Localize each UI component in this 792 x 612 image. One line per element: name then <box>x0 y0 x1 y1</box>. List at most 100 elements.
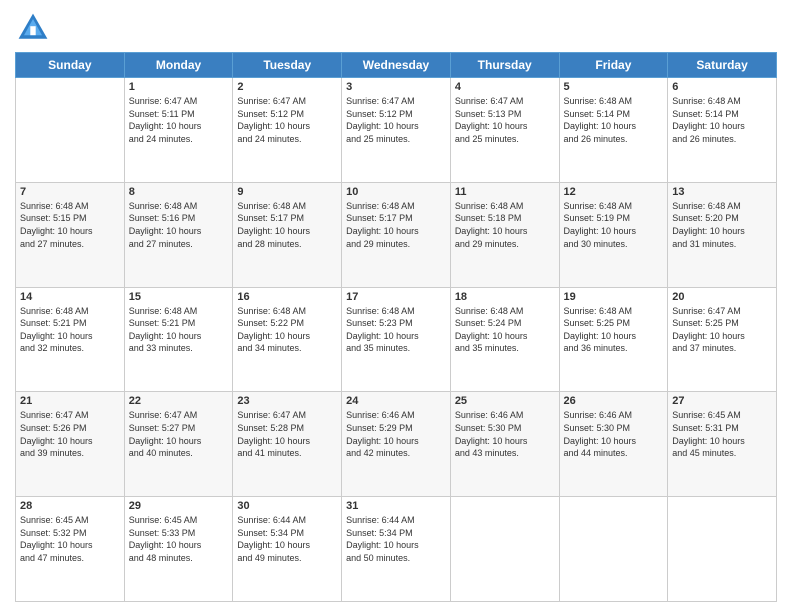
weekday-wednesday: Wednesday <box>342 53 451 78</box>
day-info: Sunrise: 6:48 AM Sunset: 5:21 PM Dayligh… <box>129 305 229 355</box>
day-info: Sunrise: 6:47 AM Sunset: 5:12 PM Dayligh… <box>237 95 337 145</box>
day-number: 16 <box>237 291 337 303</box>
day-cell-27: 27 Sunrise: 6:45 AM Sunset: 5:31 PM Dayli… <box>668 392 777 497</box>
day-info: Sunrise: 6:45 AM Sunset: 5:32 PM Dayligh… <box>20 514 120 564</box>
day-number: 10 <box>346 186 446 198</box>
day-number: 22 <box>129 395 229 407</box>
day-number: 26 <box>564 395 664 407</box>
day-info: Sunrise: 6:48 AM Sunset: 5:25 PM Dayligh… <box>564 305 664 355</box>
day-cell-9: 9 Sunrise: 6:48 AM Sunset: 5:17 PM Daylig… <box>233 182 342 287</box>
logo-icon <box>15 10 51 46</box>
day-info: Sunrise: 6:44 AM Sunset: 5:34 PM Dayligh… <box>346 514 446 564</box>
day-number: 2 <box>237 81 337 93</box>
day-cell-19: 19 Sunrise: 6:48 AM Sunset: 5:25 PM Dayli… <box>559 287 668 392</box>
day-number: 1 <box>129 81 229 93</box>
logo <box>15 10 55 46</box>
weekday-friday: Friday <box>559 53 668 78</box>
day-number: 14 <box>20 291 120 303</box>
day-number: 24 <box>346 395 446 407</box>
day-info: Sunrise: 6:47 AM Sunset: 5:28 PM Dayligh… <box>237 409 337 459</box>
day-info: Sunrise: 6:47 AM Sunset: 5:25 PM Dayligh… <box>672 305 772 355</box>
day-number: 17 <box>346 291 446 303</box>
day-info: Sunrise: 6:48 AM Sunset: 5:17 PM Dayligh… <box>346 200 446 250</box>
day-info: Sunrise: 6:47 AM Sunset: 5:12 PM Dayligh… <box>346 95 446 145</box>
day-info: Sunrise: 6:48 AM Sunset: 5:14 PM Dayligh… <box>672 95 772 145</box>
day-info: Sunrise: 6:48 AM Sunset: 5:16 PM Dayligh… <box>129 200 229 250</box>
day-info: Sunrise: 6:48 AM Sunset: 5:17 PM Dayligh… <box>237 200 337 250</box>
day-cell-7: 7 Sunrise: 6:48 AM Sunset: 5:15 PM Daylig… <box>16 182 125 287</box>
day-number: 25 <box>455 395 555 407</box>
week-row-3: 14 Sunrise: 6:48 AM Sunset: 5:21 PM Dayli… <box>16 287 777 392</box>
day-cell-25: 25 Sunrise: 6:46 AM Sunset: 5:30 PM Dayli… <box>450 392 559 497</box>
day-cell-11: 11Sunrise: 6:48 AM Sunset: 5:18 PM Dayli… <box>450 182 559 287</box>
day-cell-5: 5 Sunrise: 6:48 AM Sunset: 5:14 PM Daylig… <box>559 78 668 183</box>
day-number: 18 <box>455 291 555 303</box>
empty-cell <box>450 497 559 602</box>
day-number: 9 <box>237 186 337 198</box>
day-cell-15: 15Sunrise: 6:48 AM Sunset: 5:21 PM Dayli… <box>124 287 233 392</box>
day-cell-13: 13Sunrise: 6:48 AM Sunset: 5:20 PM Dayli… <box>668 182 777 287</box>
day-number: 23 <box>237 395 337 407</box>
day-cell-29: 29 Sunrise: 6:45 AM Sunset: 5:33 PM Dayli… <box>124 497 233 602</box>
day-number: 29 <box>129 500 229 512</box>
page: SundayMondayTuesdayWednesdayThursdayFrid… <box>0 0 792 612</box>
day-cell-4: 4Sunrise: 6:47 AM Sunset: 5:13 PM Daylig… <box>450 78 559 183</box>
day-cell-16: 16 Sunrise: 6:48 AM Sunset: 5:22 PM Dayli… <box>233 287 342 392</box>
day-number: 31 <box>346 500 446 512</box>
day-info: Sunrise: 6:48 AM Sunset: 5:15 PM Dayligh… <box>20 200 120 250</box>
day-cell-1: 1Sunrise: 6:47 AM Sunset: 5:11 PM Daylig… <box>124 78 233 183</box>
day-info: Sunrise: 6:47 AM Sunset: 5:27 PM Dayligh… <box>129 409 229 459</box>
empty-cell <box>559 497 668 602</box>
weekday-header-row: SundayMondayTuesdayWednesdayThursdayFrid… <box>16 53 777 78</box>
day-number: 12 <box>564 186 664 198</box>
day-info: Sunrise: 6:48 AM Sunset: 5:14 PM Dayligh… <box>564 95 664 145</box>
day-cell-21: 21Sunrise: 6:47 AM Sunset: 5:26 PM Dayli… <box>16 392 125 497</box>
day-info: Sunrise: 6:45 AM Sunset: 5:31 PM Dayligh… <box>672 409 772 459</box>
day-info: Sunrise: 6:48 AM Sunset: 5:21 PM Dayligh… <box>20 305 120 355</box>
day-info: Sunrise: 6:48 AM Sunset: 5:22 PM Dayligh… <box>237 305 337 355</box>
week-row-5: 28 Sunrise: 6:45 AM Sunset: 5:32 PM Dayli… <box>16 497 777 602</box>
day-cell-10: 10 Sunrise: 6:48 AM Sunset: 5:17 PM Dayli… <box>342 182 451 287</box>
day-cell-8: 8Sunrise: 6:48 AM Sunset: 5:16 PM Daylig… <box>124 182 233 287</box>
day-number: 5 <box>564 81 664 93</box>
week-row-2: 7 Sunrise: 6:48 AM Sunset: 5:15 PM Daylig… <box>16 182 777 287</box>
calendar-table: SundayMondayTuesdayWednesdayThursdayFrid… <box>15 52 777 602</box>
day-cell-28: 28 Sunrise: 6:45 AM Sunset: 5:32 PM Dayli… <box>16 497 125 602</box>
day-cell-23: 23 Sunrise: 6:47 AM Sunset: 5:28 PM Dayli… <box>233 392 342 497</box>
day-info: Sunrise: 6:45 AM Sunset: 5:33 PM Dayligh… <box>129 514 229 564</box>
day-number: 7 <box>20 186 120 198</box>
day-cell-22: 22 Sunrise: 6:47 AM Sunset: 5:27 PM Dayli… <box>124 392 233 497</box>
day-number: 19 <box>564 291 664 303</box>
day-number: 11 <box>455 186 555 198</box>
day-info: Sunrise: 6:46 AM Sunset: 5:30 PM Dayligh… <box>564 409 664 459</box>
day-number: 21 <box>20 395 120 407</box>
empty-cell <box>668 497 777 602</box>
day-number: 6 <box>672 81 772 93</box>
empty-cell <box>16 78 125 183</box>
day-cell-31: 31 Sunrise: 6:44 AM Sunset: 5:34 PM Dayli… <box>342 497 451 602</box>
day-cell-14: 14 Sunrise: 6:48 AM Sunset: 5:21 PM Dayli… <box>16 287 125 392</box>
day-info: Sunrise: 6:46 AM Sunset: 5:29 PM Dayligh… <box>346 409 446 459</box>
day-cell-18: 18 Sunrise: 6:48 AM Sunset: 5:24 PM Dayli… <box>450 287 559 392</box>
day-cell-17: 17 Sunrise: 6:48 AM Sunset: 5:23 PM Dayli… <box>342 287 451 392</box>
week-row-1: 1Sunrise: 6:47 AM Sunset: 5:11 PM Daylig… <box>16 78 777 183</box>
day-number: 13 <box>672 186 772 198</box>
day-cell-2: 2 Sunrise: 6:47 AM Sunset: 5:12 PM Daylig… <box>233 78 342 183</box>
day-number: 28 <box>20 500 120 512</box>
day-number: 27 <box>672 395 772 407</box>
day-cell-3: 3 Sunrise: 6:47 AM Sunset: 5:12 PM Daylig… <box>342 78 451 183</box>
day-cell-20: 20Sunrise: 6:47 AM Sunset: 5:25 PM Dayli… <box>668 287 777 392</box>
day-info: Sunrise: 6:48 AM Sunset: 5:24 PM Dayligh… <box>455 305 555 355</box>
day-number: 3 <box>346 81 446 93</box>
day-cell-24: 24 Sunrise: 6:46 AM Sunset: 5:29 PM Dayli… <box>342 392 451 497</box>
week-row-4: 21Sunrise: 6:47 AM Sunset: 5:26 PM Dayli… <box>16 392 777 497</box>
day-number: 30 <box>237 500 337 512</box>
day-info: Sunrise: 6:48 AM Sunset: 5:19 PM Dayligh… <box>564 200 664 250</box>
weekday-monday: Monday <box>124 53 233 78</box>
day-info: Sunrise: 6:46 AM Sunset: 5:30 PM Dayligh… <box>455 409 555 459</box>
day-cell-26: 26 Sunrise: 6:46 AM Sunset: 5:30 PM Dayli… <box>559 392 668 497</box>
day-info: Sunrise: 6:44 AM Sunset: 5:34 PM Dayligh… <box>237 514 337 564</box>
day-info: Sunrise: 6:48 AM Sunset: 5:23 PM Dayligh… <box>346 305 446 355</box>
weekday-thursday: Thursday <box>450 53 559 78</box>
weekday-sunday: Sunday <box>16 53 125 78</box>
